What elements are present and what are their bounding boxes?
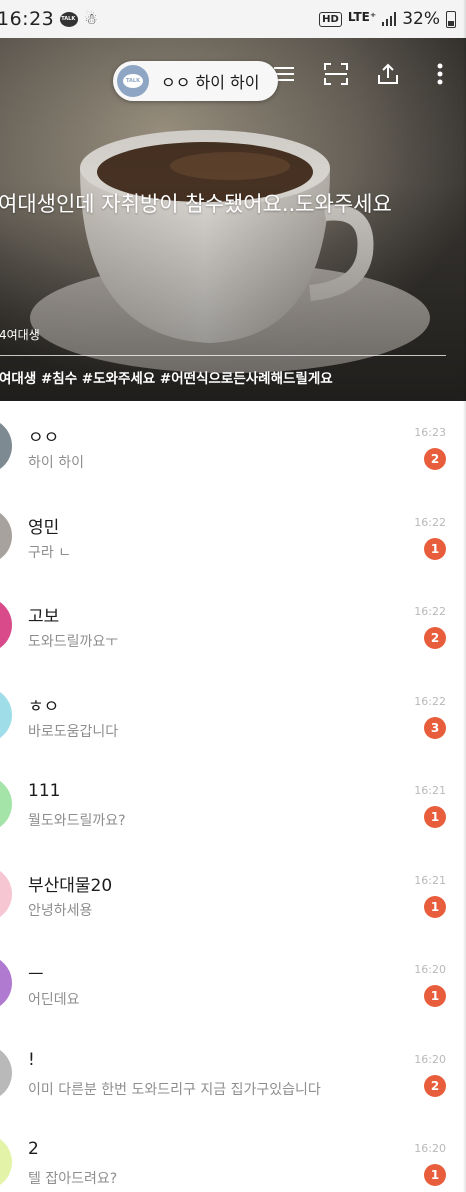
avatar — [0, 1134, 12, 1190]
chat-preview: 바로도움갑니다 — [28, 723, 119, 740]
cover-toolbar — [258, 54, 466, 94]
avatar — [0, 776, 12, 832]
chat-name: 부산대물20 — [28, 875, 113, 896]
chat-row[interactable]: 고보 도와드릴까요ㅜ 16:22 2 — [0, 580, 466, 670]
share-button[interactable] — [362, 54, 414, 94]
chat-row[interactable]: 111 뭘도와드릴까요? 16:21 1 — [0, 759, 466, 849]
chat-time: 16:21 — [414, 873, 446, 887]
screen: 16:23 ☃ HD LTE⁺ 32% — [0, 0, 466, 1192]
unread-badge: 1 — [424, 806, 446, 828]
unread-badge: 1 — [424, 537, 446, 560]
chat-preview: 하이 하이 — [28, 455, 84, 471]
notification-toast[interactable]: TALK ㅇㅇ 하이 하이 — [113, 61, 278, 101]
chat-name: ㅡ — [28, 965, 44, 985]
avatar — [0, 865, 12, 922]
chat-row[interactable]: ㅇㅇ 하이 하이 16:23 2 — [0, 401, 466, 491]
chat-time: 16:20 — [414, 1052, 446, 1066]
avatar — [0, 597, 12, 653]
chat-preview: 구라 ㄴ — [28, 544, 72, 561]
kakaotalk-notification-icon — [60, 11, 79, 27]
unread-badge: 2 — [424, 448, 446, 470]
person-notification-icon: ☃ — [84, 10, 98, 28]
hd-voice-icon: HD — [319, 11, 342, 27]
chat-time: 16:22 — [414, 694, 446, 708]
chat-name: ㅎㅇ — [28, 696, 60, 717]
status-time: 16:23 — [0, 8, 55, 30]
chat-time: 16:20 — [414, 963, 446, 976]
chat-row[interactable]: ㅡ 어딘데요 16:20 1 — [0, 938, 466, 1028]
more-vertical-icon — [437, 63, 443, 85]
more-options-button[interactable] — [414, 54, 466, 94]
unread-badge: 2 — [424, 627, 446, 649]
chat-list: ㅇㅇ 하이 하이 16:23 2 영민 구라 ㄴ 16:22 1 고보 도와드릴… — [0, 401, 466, 1192]
status-bar: 16:23 ☃ HD LTE⁺ 32% — [0, 0, 466, 38]
chat-name: 영민 — [28, 517, 60, 538]
chat-time: 16:23 — [414, 426, 446, 439]
toast-message: ㅇㅇ 하이 하이 — [161, 73, 260, 92]
avatar — [0, 418, 12, 474]
chat-preview: 어딘데요 — [28, 992, 80, 1008]
share-icon — [378, 63, 398, 84]
chat-row[interactable]: 부산대물20 안녕하세용 16:21 1 — [0, 849, 466, 939]
chat-row[interactable]: 영민 구라 ㄴ 16:22 1 — [0, 491, 466, 581]
unread-badge: 2 — [424, 1074, 446, 1097]
chat-preview: 뭘도와드릴까요? — [28, 813, 126, 829]
network-type-label: LTE⁺ — [347, 10, 377, 24]
chat-name: 고보 — [28, 607, 60, 627]
cover-divider — [0, 355, 446, 356]
chat-name: ! — [28, 1049, 35, 1070]
chat-name: ㅇㅇ — [28, 428, 60, 448]
chat-time: 16:20 — [414, 1142, 446, 1155]
chat-preview: 도와드릴까요ㅜ — [28, 634, 119, 650]
chat-time: 16:22 — [414, 605, 446, 618]
battery-percentage: 32% — [402, 9, 440, 29]
chat-preview: 텔 잡아드려요? — [28, 1171, 118, 1187]
unread-badge: 1 — [424, 895, 446, 918]
scan-button[interactable] — [310, 54, 362, 94]
chatroom-hashtags: 여대생 #침수 #도와주세요 #어떤식으로든사례해드릴게요 — [0, 371, 333, 387]
chat-name: 111 — [28, 781, 61, 801]
avatar — [0, 955, 12, 1011]
chat-time: 16:21 — [414, 784, 446, 797]
chatroom-title: 여대생인데 자취방이 참수됐어요..도와주세요 — [0, 192, 392, 216]
avatar — [0, 507, 12, 564]
chatroom-owner: 4여대생 — [0, 328, 40, 342]
chat-time: 16:22 — [414, 515, 446, 529]
unread-badge: 3 — [424, 716, 446, 739]
battery-icon — [446, 10, 456, 28]
chatroom-cover: TALK ㅇㅇ 하이 하이 여대생인데 자취방이 참수됐어요..도와주세요 4여… — [0, 38, 466, 401]
chat-row[interactable]: ㅎㅇ 바로도움갑니다 16:22 3 — [0, 670, 466, 760]
scan-icon — [324, 63, 348, 85]
avatar — [0, 686, 12, 743]
chat-row[interactable]: 2 텔 잡아드려요? 16:20 1 — [0, 1117, 466, 1192]
kakaotalk-app-icon: TALK — [117, 65, 149, 97]
chat-preview: 이미 다른분 한번 도와드리구 지금 집가구있습니다 — [28, 1081, 321, 1098]
unread-badge: 1 — [424, 985, 446, 1007]
avatar — [0, 1044, 12, 1101]
chat-preview: 안녕하세용 — [28, 902, 93, 919]
chat-name: 2 — [28, 1139, 39, 1159]
unread-badge: 1 — [424, 1164, 446, 1186]
chat-row[interactable]: ! 이미 다른분 한번 도와드리구 지금 집가구있습니다 16:20 2 — [0, 1028, 466, 1118]
signal-icon — [382, 12, 397, 26]
